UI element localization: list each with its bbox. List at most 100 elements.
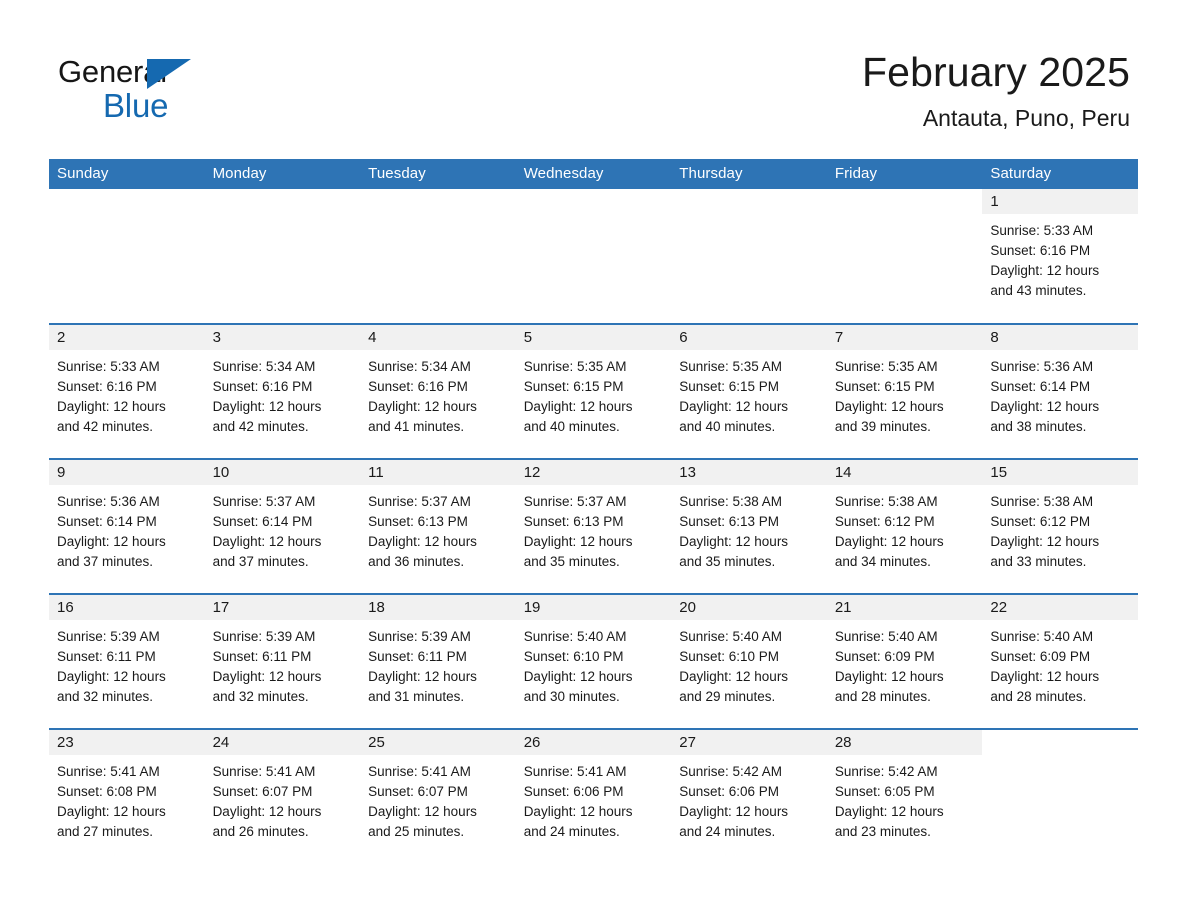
daylight-text-line2: and 30 minutes. [523, 689, 620, 704]
day-details: Sunrise: 5:39 AM Sunset: 6:11 PM Daylight:… [205, 620, 361, 707]
day-details: Sunrise: 5:41 AM Sunset: 6:06 PM Daylight:… [516, 755, 672, 842]
day-number: 28 [826, 730, 983, 755]
daylight-text-line2: and 40 minutes. [523, 419, 620, 434]
calendar-week-row: 16 Sunrise: 5:39 AM Sunset: 6:11 PM Dayligh… [49, 593, 1138, 729]
calendar-day-cell[interactable]: 11 Sunrise: 5:37 AM Sunset: 6:13 PM Dayligh… [360, 458, 516, 594]
calendar-day-cell[interactable]: 26 Sunrise: 5:41 AM Sunset: 6:06 PM Dayligh… [515, 728, 672, 864]
day-details: Sunrise: 5:35 AM Sunset: 6:15 PM Daylight:… [516, 350, 672, 437]
page-title: February 2025 [862, 49, 1130, 95]
sunrise-text: Sunrise: 5:40 AM [679, 629, 783, 644]
sunrise-text: Sunrise: 5:38 AM [679, 494, 783, 509]
calendar-day-cell[interactable]: 4 Sunrise: 5:34 AM Sunset: 6:16 PM Daylight… [360, 323, 516, 459]
calendar-day-cell[interactable]: 19 Sunrise: 5:40 AM Sunset: 6:10 PM Dayligh… [515, 593, 672, 729]
calendar-day-cell[interactable]: 25 Sunrise: 5:41 AM Sunset: 6:07 PM Dayligh… [360, 728, 516, 864]
daylight-text-line2: and 42 minutes. [212, 419, 309, 434]
sunset-text: Sunset: 6:11 PM [212, 649, 312, 664]
day-details: Sunrise: 5:41 AM Sunset: 6:08 PM Daylight:… [49, 755, 205, 842]
daylight-text-line1: Daylight: 12 hours [212, 669, 322, 684]
sunrise-text: Sunrise: 5:33 AM [57, 359, 160, 374]
daylight-text-line1: Daylight: 12 hours [368, 804, 477, 819]
sunset-text: Sunset: 6:08 PM [57, 784, 157, 799]
calendar-day-cell[interactable]: 10 Sunrise: 5:37 AM Sunset: 6:14 PM Dayligh… [204, 458, 361, 594]
day-number: 15 [982, 460, 1138, 485]
day-details: Sunrise: 5:37 AM Sunset: 6:13 PM Daylight:… [516, 485, 672, 572]
daylight-text-line1: Daylight: 12 hours [679, 399, 789, 414]
daylight-text-line2: and 32 minutes. [57, 689, 154, 704]
day-number: 20 [671, 595, 827, 620]
calendar-day-cell[interactable]: 7 Sunrise: 5:35 AM Sunset: 6:15 PM Daylight… [826, 323, 983, 459]
calendar-day-cell[interactable]: 17 Sunrise: 5:39 AM Sunset: 6:11 PM Dayligh… [204, 593, 361, 729]
daylight-text-line2: and 32 minutes. [212, 689, 309, 704]
daylight-text-line1: Daylight: 12 hours [990, 399, 1100, 414]
sunset-text: Sunset: 6:10 PM [523, 649, 624, 664]
daylight-text-line2: and 38 minutes. [990, 419, 1087, 434]
daylight-text-line1: Daylight: 12 hours [834, 399, 944, 414]
day-number: 1 [982, 189, 1138, 214]
sunrise-text: Sunrise: 5:39 AM [57, 629, 160, 644]
sunset-text: Sunset: 6:12 PM [834, 514, 935, 529]
daylight-text-line2: and 35 minutes. [679, 554, 776, 569]
calendar-day-cell[interactable]: 9 Sunrise: 5:36 AM Sunset: 6:14 PM Daylight… [49, 458, 205, 594]
sunrise-text: Sunrise: 5:37 AM [523, 494, 627, 509]
day-details: Sunrise: 5:33 AM Sunset: 6:16 PM Daylight:… [982, 214, 1138, 301]
calendar-day-cell[interactable]: 3 Sunrise: 5:34 AM Sunset: 6:16 PM Daylight… [204, 323, 361, 459]
sunrise-text: Sunrise: 5:33 AM [990, 223, 1094, 238]
day-details: Sunrise: 5:41 AM Sunset: 6:07 PM Daylight:… [360, 755, 516, 842]
calendar-day-cell[interactable]: 22 Sunrise: 5:40 AM Sunset: 6:09 PM Dayligh… [982, 593, 1138, 729]
calendar-day-cell[interactable]: 27 Sunrise: 5:42 AM Sunset: 6:06 PM Dayligh… [671, 728, 827, 864]
day-number: 10 [204, 460, 361, 485]
calendar-header-row: Sunday Monday Tuesday Wednesday Thursday… [49, 159, 1138, 189]
daylight-text-line2: and 34 minutes. [834, 554, 931, 569]
calendar-day-cell[interactable]: 23 Sunrise: 5:41 AM Sunset: 6:08 PM Dayligh… [49, 728, 205, 864]
calendar-day-cell[interactable]: 1 Sunrise: 5:33 AM Sunset: 6:16 PM Daylight… [982, 189, 1138, 324]
daylight-text-line2: and 33 minutes. [990, 554, 1087, 569]
calendar-day-cell[interactable]: 12 Sunrise: 5:37 AM Sunset: 6:13 PM Dayligh… [515, 458, 672, 594]
calendar-day-cell[interactable]: 14 Sunrise: 5:38 AM Sunset: 6:12 PM Dayligh… [826, 458, 983, 594]
day-number: 25 [360, 730, 516, 755]
sunrise-text: Sunrise: 5:42 AM [834, 764, 938, 779]
sunset-text: Sunset: 6:15 PM [523, 379, 624, 394]
day-number: 21 [826, 595, 983, 620]
calendar-day-cell[interactable]: 13 Sunrise: 5:38 AM Sunset: 6:13 PM Dayligh… [671, 458, 827, 594]
calendar-day-cell[interactable]: 6 Sunrise: 5:35 AM Sunset: 6:15 PM Daylight… [671, 323, 827, 459]
sunset-text: Sunset: 6:06 PM [679, 784, 780, 799]
day-number: 27 [671, 730, 827, 755]
calendar-day-cell[interactable]: 16 Sunrise: 5:39 AM Sunset: 6:11 PM Dayligh… [49, 593, 205, 729]
calendar-day-cell-empty [204, 189, 361, 324]
day-details: Sunrise: 5:40 AM Sunset: 6:10 PM Daylight:… [516, 620, 672, 707]
calendar-day-cell-empty [49, 189, 205, 324]
day-details: Sunrise: 5:40 AM Sunset: 6:09 PM Daylight:… [827, 620, 983, 707]
calendar-day-cell[interactable]: 15 Sunrise: 5:38 AM Sunset: 6:12 PM Dayligh… [982, 458, 1138, 594]
calendar-day-cell[interactable]: 5 Sunrise: 5:35 AM Sunset: 6:15 PM Daylight… [515, 323, 672, 459]
daylight-text-line1: Daylight: 12 hours [990, 669, 1100, 684]
sunrise-text: Sunrise: 5:37 AM [212, 494, 316, 509]
calendar-day-cell[interactable]: 20 Sunrise: 5:40 AM Sunset: 6:10 PM Dayligh… [671, 593, 827, 729]
weekday-header-saturday: Saturday [982, 159, 1138, 189]
sunset-text: Sunset: 6:09 PM [990, 649, 1091, 664]
calendar-day-cell[interactable]: 21 Sunrise: 5:40 AM Sunset: 6:09 PM Dayligh… [826, 593, 983, 729]
day-number: 9 [49, 460, 205, 485]
day-details: Sunrise: 5:38 AM Sunset: 6:13 PM Daylight:… [671, 485, 827, 572]
calendar-day-cell[interactable]: 28 Sunrise: 5:42 AM Sunset: 6:05 PM Dayligh… [826, 728, 983, 864]
sunrise-text: Sunrise: 5:40 AM [523, 629, 627, 644]
calendar-day-cell-empty [515, 189, 672, 324]
sunrise-text: Sunrise: 5:35 AM [523, 359, 627, 374]
sunrise-text: Sunrise: 5:37 AM [368, 494, 471, 509]
calendar-day-cell[interactable]: 24 Sunrise: 5:41 AM Sunset: 6:07 PM Dayligh… [204, 728, 361, 864]
daylight-text-line1: Daylight: 12 hours [834, 534, 944, 549]
sunset-text: Sunset: 6:07 PM [368, 784, 468, 799]
weekday-header-thursday: Thursday [671, 159, 827, 189]
sunrise-text: Sunrise: 5:35 AM [834, 359, 938, 374]
day-number: 23 [49, 730, 205, 755]
calendar-day-cell[interactable]: 8 Sunrise: 5:36 AM Sunset: 6:14 PM Daylight… [982, 323, 1138, 459]
calendar-day-cell[interactable]: 2 Sunrise: 5:33 AM Sunset: 6:16 PM Daylight… [49, 323, 205, 459]
weekday-header-friday: Friday [826, 159, 983, 189]
generalblue-logo[interactable]: General Blue [58, 55, 238, 127]
day-details: Sunrise: 5:40 AM Sunset: 6:09 PM Daylight:… [982, 620, 1138, 707]
calendar-day-cell[interactable]: 18 Sunrise: 5:39 AM Sunset: 6:11 PM Dayligh… [360, 593, 516, 729]
sunset-text: Sunset: 6:07 PM [212, 784, 313, 799]
day-details: Sunrise: 5:40 AM Sunset: 6:10 PM Daylight:… [671, 620, 827, 707]
day-details: Sunrise: 5:35 AM Sunset: 6:15 PM Daylight:… [671, 350, 827, 437]
daylight-text-line1: Daylight: 12 hours [679, 534, 789, 549]
sunrise-text: Sunrise: 5:36 AM [57, 494, 160, 509]
